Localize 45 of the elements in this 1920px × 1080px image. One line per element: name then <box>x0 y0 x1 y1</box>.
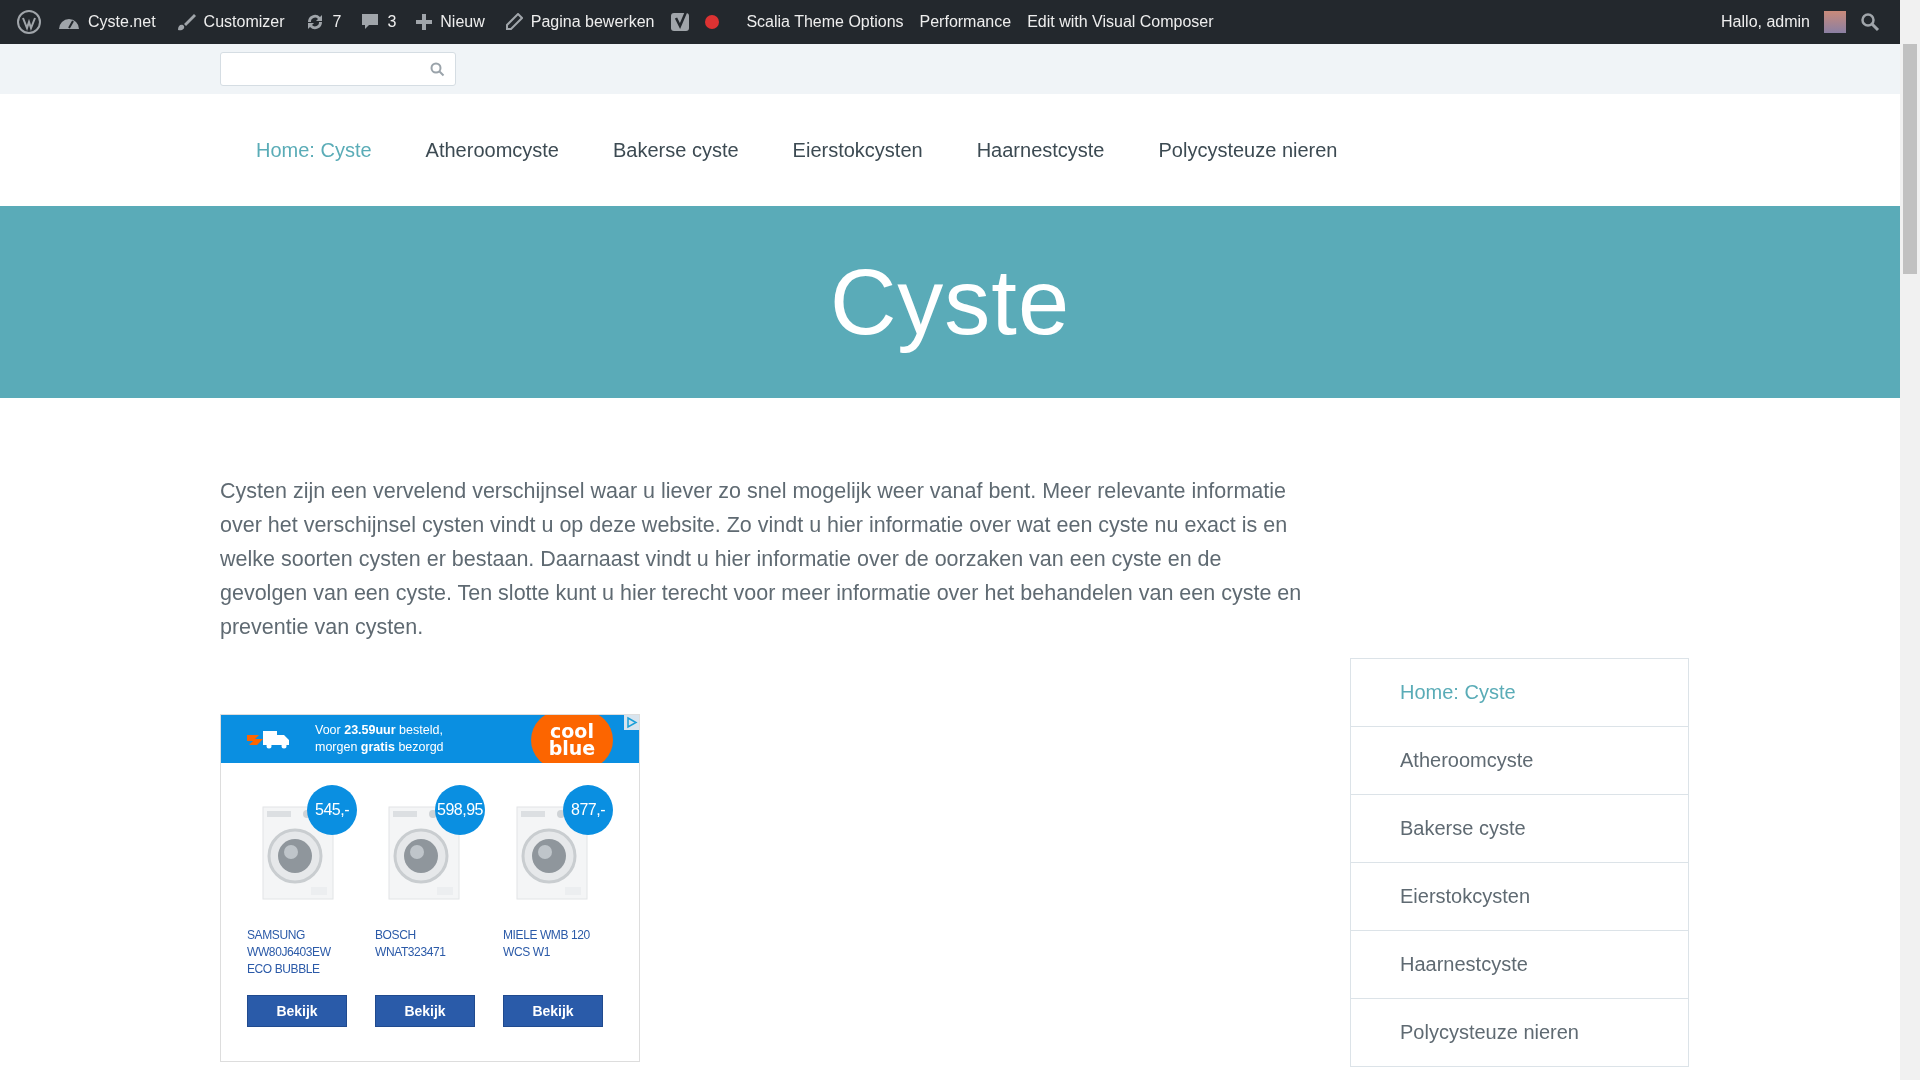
brush-icon <box>175 12 196 32</box>
nav-link[interactable]: Bakerse cyste <box>586 138 766 162</box>
price-badge: 877,- <box>563 785 613 835</box>
admin-bar-link[interactable]: Cyste.net <box>48 13 166 31</box>
view-button[interactable]: Bekijk <box>375 995 475 1027</box>
view-button[interactable]: Bekijk <box>503 995 603 1027</box>
nav-link[interactable]: Haarnestcyste <box>949 138 1132 162</box>
admin-bar-link[interactable]: Scalia Theme Options <box>738 13 912 31</box>
sidebar-link[interactable]: Haarnestcyste <box>1351 931 1688 999</box>
sidebar-link[interactable]: Bakerse cyste <box>1351 795 1688 863</box>
pencil-icon <box>504 13 523 31</box>
admin-bar-link[interactable]: Edit with Visual Composer <box>1019 13 1222 31</box>
nav-link[interactable]: Eierstokcysten <box>765 138 950 162</box>
view-button[interactable]: Bekijk <box>247 995 347 1027</box>
sidebar-link[interactable]: Polycysteuze nieren <box>1351 999 1688 1067</box>
sidebar-link[interactable]: Eierstokcysten <box>1351 863 1688 931</box>
avatar <box>1824 11 1846 33</box>
nav-link[interactable]: Polycysteuze nieren <box>1131 138 1365 162</box>
product-name[interactable]: BOSCH WNAT323471 <box>375 927 477 983</box>
speech-bubble-icon <box>361 13 380 31</box>
wordpress-logo-icon[interactable] <box>16 9 42 35</box>
sidebar-link[interactable]: Atheroomcyste <box>1351 727 1688 795</box>
product-name[interactable]: MIELE WMB 120 WCS W1 <box>503 927 605 983</box>
search-field[interactable] <box>220 52 456 86</box>
admin-bar-link[interactable]: Customizer <box>165 12 295 32</box>
scrollbar-thumb[interactable] <box>1903 44 1917 274</box>
admin-bar-link[interactable]: Pagina bewerken <box>494 13 665 31</box>
delivery-truck-icon <box>247 729 291 749</box>
admin-bar-link[interactable]: 7 <box>294 12 352 32</box>
price-badge: 598,95 <box>435 785 485 835</box>
status-dot-icon <box>704 14 721 30</box>
nav-link[interactable]: Atheroomcyste <box>398 138 586 162</box>
page-title: Cyste <box>829 249 1071 355</box>
product-name[interactable]: SAMSUNG WW80J6403EW ECO BUBBLE <box>247 927 349 983</box>
banner-text: Voor 23.59uur besteld, <box>315 722 444 739</box>
admin-bar-link[interactable]: 3 <box>351 13 407 31</box>
ad-choices-icon[interactable] <box>624 715 639 730</box>
search-icon[interactable] <box>1860 12 1880 32</box>
price-badge: 545,- <box>307 785 357 835</box>
intro-paragraph: Cysten zijn een vervelend verschijnsel waar u liever zo snel mogelijk weer vanaf bent. Meer relevante informatie over het verschijnsel cysten vindt u op deze website. Zo vindt u hier informatie over wat een cyste nu exact is en welke soorten cysten er bestaan. Daarnaast vindt u hier informatie over de oorzaken van een cyste en de gevolgen van een cyste. Ten slotte kunt u hier terecht voor meer informatie over het behandelen van een cyste en preventie van cysten. <box>220 478 1303 641</box>
banner-text: morgen gratis bezorgd <box>315 739 444 756</box>
admin-bar-link[interactable]: Performance <box>911 13 1020 31</box>
greeting-link[interactable]: Hallo, admin <box>1721 13 1810 31</box>
admin-bar-link[interactable]: Nieuw <box>406 13 495 31</box>
plus-icon <box>416 14 433 30</box>
